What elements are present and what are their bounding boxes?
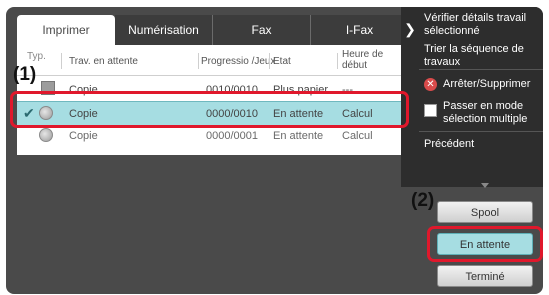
- header-progress: Progressio /Jeux: [201, 56, 276, 67]
- tab-fax[interactable]: Fax: [213, 15, 311, 45]
- header-job: Trav. en attente: [69, 56, 138, 67]
- callout-box-1: [10, 91, 409, 128]
- header-type: Typ.: [27, 51, 46, 62]
- collapse-chevron-icon[interactable]: ❯: [401, 21, 419, 38]
- tab-scan[interactable]: Numérisation: [115, 15, 213, 45]
- multi-select-checkbox[interactable]: [424, 104, 437, 117]
- sort-jobs-item[interactable]: Trier la séquence de travaux: [424, 43, 539, 69]
- job-status: En attente: [273, 130, 324, 142]
- stop-delete-icon: ✕: [424, 78, 437, 91]
- job-start: Calcul: [342, 130, 373, 142]
- stop-delete-item[interactable]: Arrêter/Supprimer: [443, 78, 530, 91]
- header-divider: [337, 53, 338, 69]
- header-divider: [269, 53, 270, 69]
- verify-details-item[interactable]: Vérifier détails travail sélectionné: [424, 12, 539, 38]
- table-header: Typ. Trav. en attente Progressio /Jeux E…: [17, 45, 407, 76]
- job-progress: 0000/0001: [206, 130, 258, 142]
- divider: [419, 131, 543, 132]
- callout-label-1: (1): [13, 64, 37, 85]
- job-name: Copie: [69, 130, 98, 142]
- callout-label-2: (2): [411, 190, 435, 211]
- copy-job-icon: [39, 128, 53, 142]
- tab-print[interactable]: Imprimer: [17, 15, 115, 45]
- done-button[interactable]: Terminé: [437, 265, 533, 287]
- previous-item[interactable]: Précédent: [424, 138, 474, 151]
- spool-button[interactable]: Spool: [437, 201, 533, 223]
- header-divider: [61, 53, 62, 69]
- callout-box-2: [427, 226, 543, 262]
- tab-ifax[interactable]: I-Fax: [311, 15, 409, 45]
- divider: [419, 69, 543, 70]
- header-divider: [198, 53, 199, 69]
- header-start: Heure de début: [342, 49, 384, 71]
- down-arrow-icon: [481, 183, 489, 188]
- header-status: Etat: [273, 56, 291, 67]
- multi-select-item[interactable]: Passer en mode sélection multiple: [443, 100, 535, 126]
- action-panel: ❯ Vérifier détails travail sélectionné T…: [401, 7, 543, 187]
